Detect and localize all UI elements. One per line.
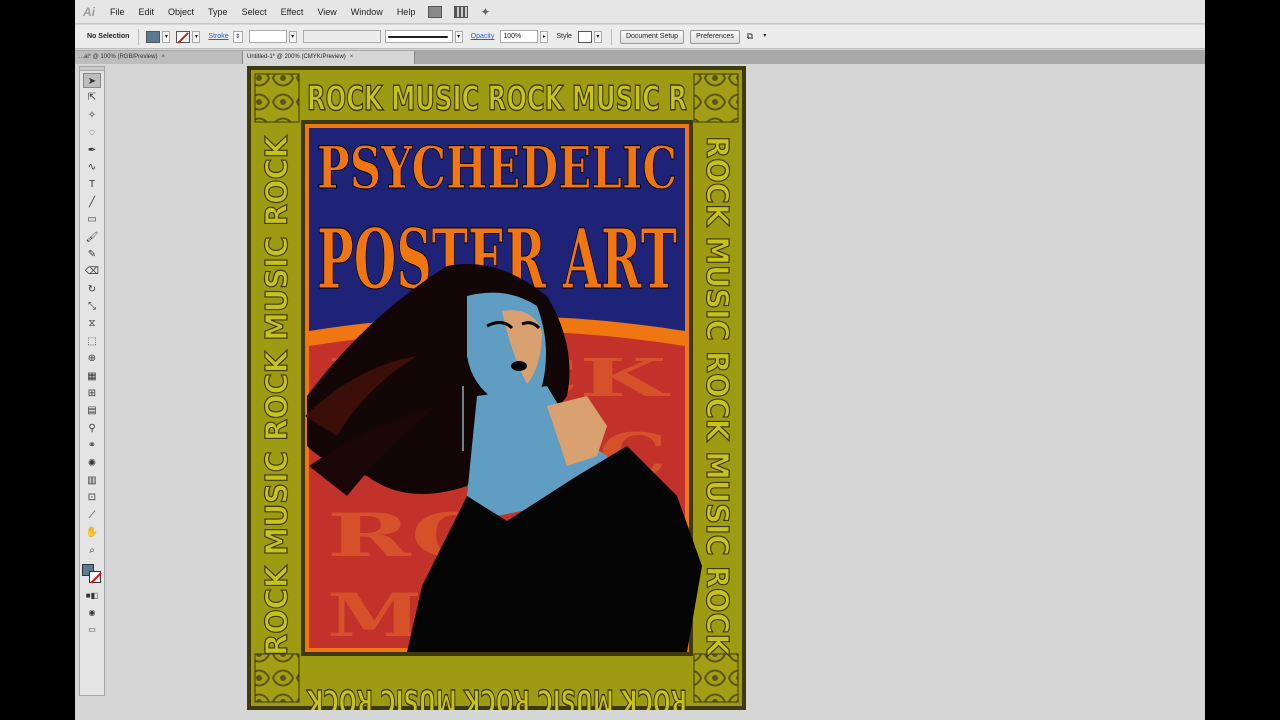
selection-tool-icon[interactable]: ➤ [83, 73, 101, 88]
control-menu-icon[interactable]: ▾ [761, 31, 769, 43]
free-transform-tool-icon[interactable]: ⬚ [83, 334, 101, 349]
tool-list: ➤ ⇱ ✧ ◌ ✒ ∿ T ╱ ▭ 🖌 ✎ ⌫ ↻ ⤡ ⧖ ⬚ ⊕ ▦ ⊞ ▤ ⚲ ⚭ ✺ ▥ ⊡ ⟋ ✋ ⌕ [80, 73, 104, 558]
border-text-bottom: ROCK MUSIC ROCK MUSIC ROCK [306, 681, 687, 710]
gpu-performance-icon[interactable]: ✦ [480, 6, 494, 18]
border-text-right: ROCK MUSIC ROCK MUSIC ROCK [699, 136, 734, 658]
magic-wand-tool-icon[interactable]: ✧ [83, 108, 101, 123]
hand-tool-icon[interactable]: ✋ [83, 525, 101, 540]
arrange-documents-icon[interactable] [454, 5, 469, 18]
illustrator-window: Ai File Edit Object Type Select Effect View Win… [75, 0, 1205, 720]
poster-artboard[interactable]: ROCK MUSIC ROCK MUSIC R ROCK MUSIC ROCK … [247, 66, 746, 710]
tools-panel: ➤ ⇱ ✧ ◌ ✒ ∿ T ╱ ▭ 🖌 ✎ ⌫ ↻ ⤡ ⧖ ⬚ ⊕ ▦ ⊞ ▤ ⚲ ⚭ ✺ ▥ ⊡ ⟋ ✋ ⌕ ■◧ ◉ ▭ [79, 66, 105, 696]
perspective-tool-icon[interactable]: ▦ [83, 369, 101, 384]
stroke-stepper[interactable]: ⇕ [232, 30, 243, 43]
menu-bar: Ai File Edit Object Type Select Effect View Win… [75, 0, 1205, 24]
panel-grip[interactable] [80, 67, 104, 71]
menu-type[interactable]: Type [201, 7, 235, 17]
direct-selection-tool-icon[interactable]: ⇱ [83, 90, 101, 105]
selection-status: No Selection [87, 33, 130, 40]
lasso-tool-icon[interactable]: ◌ [83, 125, 101, 140]
type-tool-icon[interactable]: T [83, 177, 101, 192]
mesh-tool-icon[interactable]: ⊞ [83, 386, 101, 401]
shape-builder-tool-icon[interactable]: ⊕ [83, 351, 101, 366]
menu-view[interactable]: View [310, 7, 343, 17]
menu-file[interactable]: File [103, 7, 132, 17]
symbol-sprayer-tool-icon[interactable]: ✺ [83, 456, 101, 471]
opacity-field[interactable]: 100% [500, 30, 539, 43]
opacity-label[interactable]: Opacity [467, 33, 499, 40]
tab-label: ...ai* @ 100% (RGB/Preview) [79, 54, 158, 60]
corner-ornament [693, 73, 739, 123]
pen-tool-icon[interactable]: ✒ [83, 143, 101, 158]
document-tabs: ...ai* @ 100% (RGB/Preview) × Untitled-1*… [75, 50, 1205, 64]
menu-window[interactable]: Window [344, 7, 390, 17]
artboard-tool-icon[interactable]: ⊡ [83, 490, 101, 505]
stroke-box[interactable] [89, 570, 101, 583]
scale-tool-icon[interactable]: ⤡ [83, 299, 101, 314]
poster-title-line1: PSYCHEDELIC [317, 134, 677, 202]
border-text-top: ROCK MUSIC ROCK MUSIC R [307, 79, 687, 119]
menu-items: File Edit Object Type Select Effect View Window… [103, 7, 422, 17]
draw-mode-icon[interactable]: ◉ [83, 605, 101, 620]
corner-ornament [254, 73, 300, 123]
border-text-left: ROCK MUSIC ROCK MUSIC ROCK [260, 134, 295, 656]
stroke-weight-field[interactable] [248, 30, 287, 43]
divider [610, 28, 612, 45]
tab-label: Untitled-1* @ 200% (CMYK/Preview) [247, 54, 346, 60]
brush-definition-field[interactable] [384, 30, 453, 43]
rectangle-tool-icon[interactable]: ▭ [83, 212, 101, 227]
tab-document-1[interactable]: ...ai* @ 100% (RGB/Preview) × [75, 51, 243, 64]
opacity-dropdown[interactable]: ▸ [540, 30, 549, 43]
document-setup-button[interactable]: Document Setup [619, 29, 685, 44]
style-dropdown[interactable]: ▾ [593, 30, 602, 43]
corner-ornament [254, 653, 300, 703]
close-icon[interactable]: × [350, 54, 354, 60]
fill-swatch[interactable] [146, 30, 161, 43]
fill-dropdown[interactable]: ▾ [162, 30, 171, 43]
style-label: Style [556, 33, 572, 40]
zoom-tool-icon[interactable]: ⌕ [83, 543, 101, 558]
curvature-tool-icon[interactable]: ∿ [83, 160, 101, 175]
blend-tool-icon[interactable]: ⚭ [83, 438, 101, 453]
app-logo: Ai [83, 4, 95, 19]
eyedropper-tool-icon[interactable]: ⚲ [83, 421, 101, 436]
menu-help[interactable]: Help [390, 7, 423, 17]
gradient-tool-icon[interactable]: ▤ [83, 403, 101, 418]
paintbrush-tool-icon[interactable]: 🖌 [83, 230, 101, 245]
control-bar: No Selection ▾ ▾ Stroke ⇕ ▾ ▾ Opacity 10… [75, 25, 1205, 49]
style-swatch[interactable] [577, 30, 592, 43]
menu-select[interactable]: Select [235, 7, 274, 17]
eraser-tool-icon[interactable]: ⌫ [83, 264, 101, 279]
menu-edit[interactable]: Edit [132, 7, 162, 17]
pencil-tool-icon[interactable]: ✎ [83, 247, 101, 262]
slice-tool-icon[interactable]: ⟋ [83, 508, 101, 523]
stroke-weight-dropdown[interactable]: ▾ [288, 30, 297, 43]
preferences-button[interactable]: Preferences [690, 29, 740, 44]
column-graph-tool-icon[interactable]: ▥ [83, 473, 101, 488]
width-tool-icon[interactable]: ⧖ [83, 316, 101, 331]
line-tool-icon[interactable]: ╱ [83, 195, 101, 210]
tab-document-2[interactable]: Untitled-1* @ 200% (CMYK/Preview) × [243, 51, 415, 64]
bridge-icon[interactable] [428, 5, 443, 18]
corner-ornament [693, 653, 739, 703]
stroke-label[interactable]: Stroke [204, 33, 232, 40]
align-icon[interactable]: ⧉ [743, 31, 757, 43]
fill-stroke-widget[interactable] [82, 563, 102, 584]
rotate-tool-icon[interactable]: ↻ [83, 282, 101, 297]
brush-dropdown[interactable]: ▾ [454, 30, 463, 43]
screen-mode-icon[interactable]: ▭ [83, 622, 101, 637]
variable-width-field[interactable] [302, 30, 381, 43]
menu-object[interactable]: Object [161, 7, 201, 17]
close-icon[interactable]: × [161, 54, 165, 60]
menu-effect[interactable]: Effect [274, 7, 311, 17]
stroke-dropdown[interactable]: ▾ [192, 30, 201, 43]
stroke-swatch[interactable] [176, 30, 191, 43]
color-mode-icon[interactable]: ■◧ [83, 588, 101, 603]
divider [138, 28, 140, 45]
